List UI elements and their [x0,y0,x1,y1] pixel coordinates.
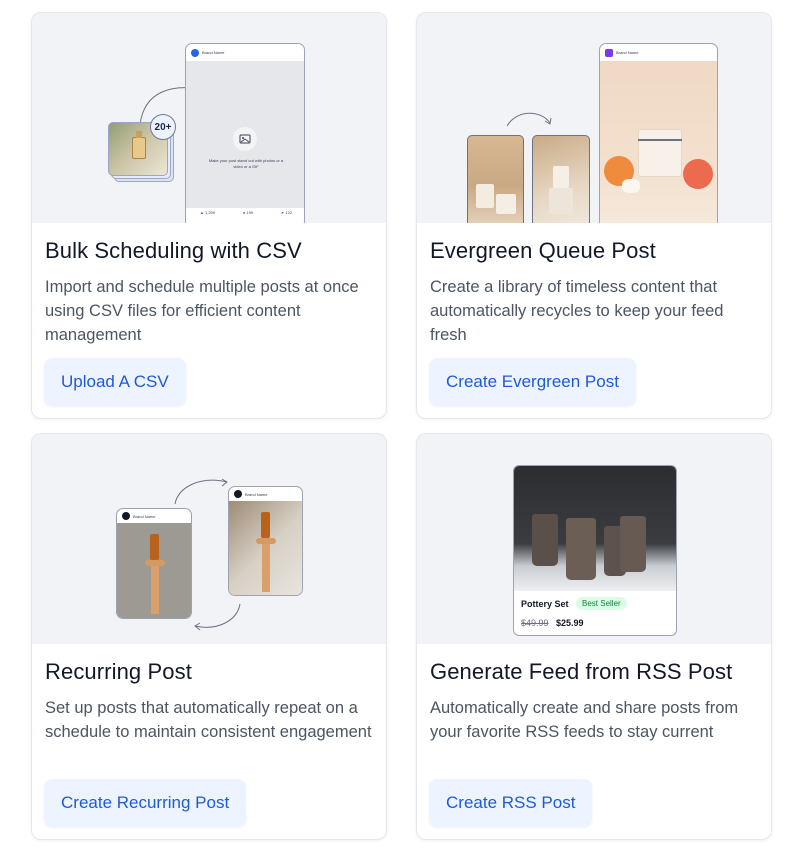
phone-mockup-right: Brand Name [228,486,303,596]
upload-hint: Make your post stand out with photos or … [208,158,284,169]
brand-name: Brand Name [133,513,156,519]
card-title: Bulk Scheduling with CSV [45,238,302,263]
photo-count-badge: 20+ [150,114,176,140]
product-card: Pottery Set Best Seller $49.99 $25.99 [513,465,677,636]
rss-feed-card: Pottery Set Best Seller $49.99 $25.99 Ge… [416,433,772,840]
candle-photo-1 [467,135,524,223]
bulk-scheduling-illustration: Brand Name Make your post stand out with… [32,13,386,223]
evergreen-queue-card: Brand Name Evergreen Queue Post Create a… [416,12,772,419]
candle-photo-2 [532,135,590,223]
bulk-scheduling-card: Brand Name Make your post stand out with… [31,12,387,419]
card-description: Automatically create and share posts fro… [430,699,739,741]
card-description: Create a library of timeless content tha… [430,278,724,344]
create-rss-post-button[interactable]: Create RSS Post [429,779,593,827]
brand-avatar-icon [234,490,242,498]
recurring-arrows-icon [174,478,241,631]
card-title: Generate Feed from RSS Post [430,659,733,684]
card-title: Recurring Post [45,659,192,684]
recurring-post-card: Brand Name Brand Name Recurring Post Set… [31,433,387,840]
image-upload-icon [233,127,257,151]
best-seller-badge: Best Seller [576,597,627,610]
phone-mockup: Brand Name [599,43,718,223]
card-title: Evergreen Queue Post [430,238,656,263]
evergreen-illustration: Brand Name [417,13,771,223]
brand-name: Brand Name [202,50,225,55]
recurring-illustration: Brand Name Brand Name [32,434,386,644]
brand-avatar-icon [191,48,199,57]
card-description: Set up posts that automatically repeat o… [45,699,372,741]
brand-avatar-icon [605,48,613,57]
card-description: Import and schedule multiple posts at on… [45,278,359,344]
brand-avatar-icon [122,512,130,520]
brand-name: Brand Name [616,50,639,55]
serum-photo-light [229,501,302,595]
like-count: ▲ 1,299 [199,210,216,215]
phone-mockup: Brand Name Make your post stand out with… [185,43,305,223]
phone-mockup-left: Brand Name [116,508,192,619]
rss-illustration: Pottery Set Best Seller $49.99 $25.99 [417,434,771,644]
engagement-bar: ▲ 1,299 ● 199 ➤ 122 [186,210,304,215]
sale-price: $25.99 [556,618,584,628]
comment-count: ● 199 [242,210,254,215]
upload-csv-button[interactable]: Upload A CSV [44,358,186,406]
pottery-photo [514,466,676,591]
serum-photo-gray [117,523,191,618]
product-name: Pottery Set [521,599,569,609]
create-recurring-post-button[interactable]: Create Recurring Post [44,779,247,827]
create-evergreen-post-button[interactable]: Create Evergreen Post [429,358,636,406]
upload-area: Make your post stand out with photos or … [186,61,304,208]
share-count: ➤ 122 [280,210,293,215]
candle-photo-main [600,61,717,223]
brand-name: Brand Name [245,491,268,497]
original-price: $49.99 [521,618,549,628]
